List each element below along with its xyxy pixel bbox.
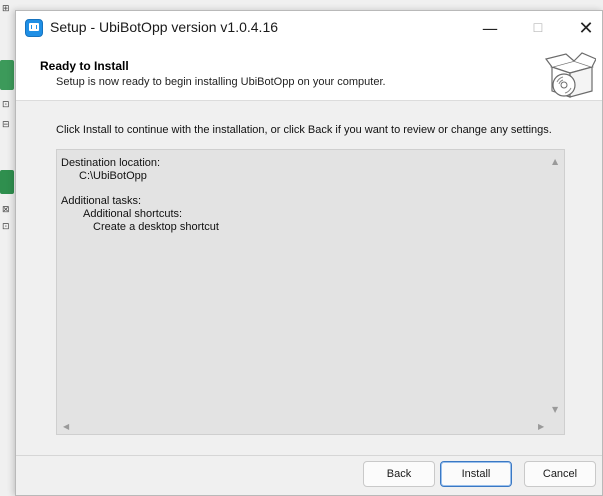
scroll-up-arrow-icon[interactable]: ▲: [552, 157, 558, 166]
scroll-right-arrow-icon[interactable]: ▶: [538, 422, 544, 431]
installer-window: Setup - UbiBotOpp version v1.0.4.16 — ☐ …: [15, 10, 603, 496]
cancel-button[interactable]: Cancel: [524, 461, 596, 487]
desktop-glyph-1: ⊞: [2, 4, 10, 14]
desktop-glyph-2: ⊡: [2, 100, 10, 110]
app-icon-bars: [31, 25, 37, 29]
software-box-cd-icon: [544, 52, 596, 98]
memo-line: Destination location:: [61, 157, 161, 169]
memo-line: Create a desktop shortcut: [93, 221, 219, 233]
minimize-button[interactable]: —: [468, 11, 512, 45]
minimize-icon: —: [482, 18, 498, 38]
instructions-text: Click Install to continue with the insta…: [56, 124, 552, 136]
maximize-icon: ☐: [532, 21, 544, 35]
wizard-body: Click Install to continue with the insta…: [16, 101, 602, 455]
scroll-left-arrow-icon[interactable]: ◀: [63, 422, 69, 431]
title-bar[interactable]: Setup - UbiBotOpp version v1.0.4.16 — ☐ …: [16, 11, 602, 45]
memo-line: C:\UbiBotOpp: [79, 170, 147, 182]
close-button[interactable]: ✕: [564, 11, 602, 45]
memo-line: Additional shortcuts:: [83, 208, 183, 220]
memo-line: Additional tasks:: [61, 195, 142, 207]
wizard-header: Ready to Install Setup is now ready to b…: [16, 45, 602, 100]
install-button[interactable]: Install: [440, 461, 512, 487]
desktop-glyph-3: ⊟: [2, 120, 10, 130]
close-icon: ✕: [578, 17, 594, 39]
app-icon: [25, 19, 43, 37]
page-subtitle: Setup is now ready to begin installing U…: [56, 76, 386, 88]
desktop-icon-green-2[interactable]: [0, 170, 14, 194]
desktop-glyph-5: ⊡: [2, 222, 10, 232]
maximize-button[interactable]: ☐: [516, 11, 560, 45]
scroll-down-arrow-icon[interactable]: ▼: [552, 405, 558, 414]
ready-memo[interactable]: Destination location: C:\UbiBotOpp Addit…: [56, 149, 565, 435]
desktop-icon-green[interactable]: [0, 60, 14, 90]
window-title: Setup - UbiBotOpp version v1.0.4.16: [50, 19, 279, 35]
page-title: Ready to Install: [40, 59, 129, 73]
back-button[interactable]: Back: [363, 461, 435, 487]
desktop-glyph-4: ⊠: [2, 205, 10, 215]
button-bar: Back Install Cancel: [16, 456, 602, 495]
